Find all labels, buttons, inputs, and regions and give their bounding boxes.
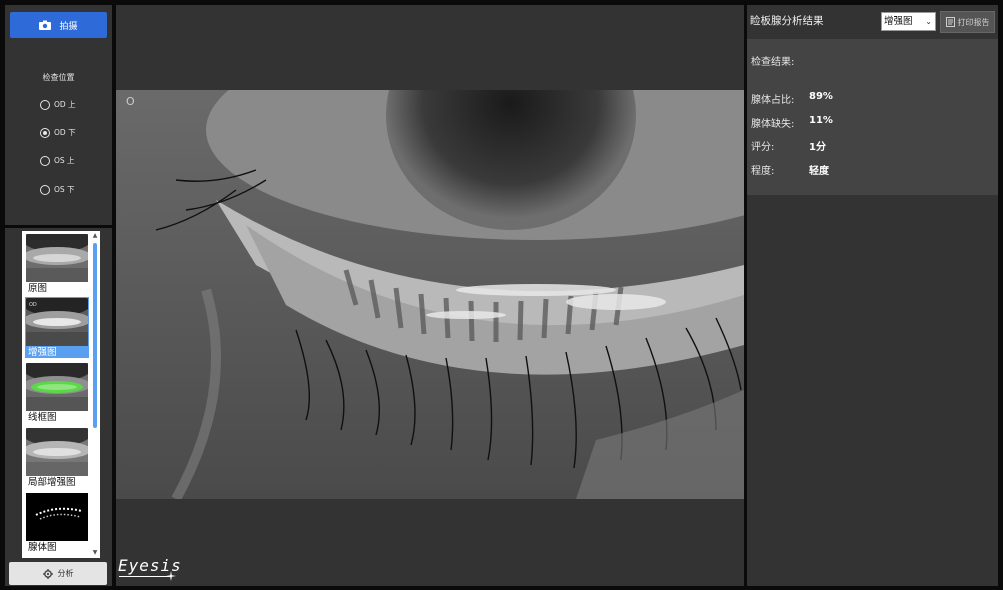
brand-underline bbox=[119, 576, 171, 577]
radio-os-lower[interactable]: OS 下 bbox=[40, 184, 75, 195]
app-window: 拍摄 检查位置 OD 上 OD 下 OS 上 OS 下 原图 OD 增强图 线框… bbox=[0, 0, 1003, 590]
radio-label: OS 上 bbox=[54, 156, 75, 165]
chevron-down-icon: ⌄ bbox=[925, 17, 932, 26]
thumb-image bbox=[26, 363, 88, 411]
view-select-value: 增强图 bbox=[884, 16, 913, 27]
gland-loss-label: 腺体缺失: bbox=[751, 119, 795, 130]
print-report-button[interactable]: 打印报告 bbox=[940, 11, 995, 33]
radio-indicator bbox=[40, 99, 50, 110]
results-title: 睑板腺分析结果 bbox=[750, 15, 824, 27]
thumb-image bbox=[26, 493, 88, 541]
severity-label: 程度: bbox=[751, 166, 775, 177]
thumb-label: 原图 bbox=[28, 283, 48, 294]
gland-loss-value: 11% bbox=[809, 115, 833, 126]
image-viewer: O Eyesis bbox=[116, 5, 744, 586]
thumb-image bbox=[26, 234, 88, 282]
analyze-button[interactable]: 分析 bbox=[9, 562, 107, 585]
result-title: 检查结果: bbox=[751, 57, 795, 68]
eyelid-photo: O bbox=[116, 90, 744, 499]
score-value: 1分 bbox=[809, 142, 826, 153]
thumb-image: OD bbox=[26, 298, 88, 346]
photo-marker: O bbox=[126, 95, 135, 108]
results-body: 检查结果: 腺体占比: 89% 腺体缺失: 11% 评分: 1分 程度: 轻度 bbox=[747, 39, 998, 195]
radio-label: OD 上 bbox=[54, 100, 76, 109]
control-panel: 拍摄 检查位置 OD 上 OD 下 OS 上 OS 下 bbox=[5, 5, 112, 225]
svg-text:OD: OD bbox=[29, 302, 37, 308]
scroll-up-icon[interactable]: ▲ bbox=[92, 233, 98, 239]
scrollbar-thumb[interactable] bbox=[93, 243, 97, 428]
print-label: 打印报告 bbox=[957, 17, 990, 27]
thumb-label: 线框图 bbox=[28, 412, 57, 423]
radio-label: OD 下 bbox=[54, 128, 76, 137]
document-icon bbox=[945, 17, 955, 27]
view-select[interactable]: 增强图 ⌄ bbox=[881, 12, 936, 31]
thumb-gland[interactable]: 腺体图 bbox=[25, 492, 89, 553]
gland-ratio-label: 腺体占比: bbox=[751, 95, 795, 106]
thumb-original[interactable]: 原图 bbox=[25, 233, 89, 294]
analyze-label: 分析 bbox=[57, 569, 74, 578]
radio-indicator bbox=[40, 127, 50, 138]
thumb-local-enhanced[interactable]: 局部增强图 bbox=[25, 427, 89, 488]
sparkle-icon bbox=[166, 571, 176, 581]
radio-indicator bbox=[40, 155, 50, 166]
thumbnail-scrollbar[interactable]: ▲ ▼ bbox=[92, 233, 98, 556]
results-panel: 睑板腺分析结果 增强图 ⌄ 打印报告 检查结果: 腺体占比: 89% 腺体缺失:… bbox=[747, 5, 998, 586]
results-header: 睑板腺分析结果 增强图 ⌄ 打印报告 bbox=[747, 5, 998, 39]
thumb-enhanced[interactable]: OD 增强图 bbox=[25, 297, 89, 358]
radio-indicator bbox=[40, 184, 50, 195]
gear-icon bbox=[42, 568, 53, 579]
radio-os-upper[interactable]: OS 上 bbox=[40, 155, 75, 166]
gland-ratio-value: 89% bbox=[809, 91, 833, 102]
capture-button[interactable]: 拍摄 bbox=[10, 12, 107, 38]
radio-label: OS 下 bbox=[54, 185, 75, 194]
thumb-label: 增强图 bbox=[28, 347, 57, 358]
camera-icon bbox=[39, 20, 52, 30]
thumb-label: 局部增强图 bbox=[28, 477, 76, 488]
radio-od-lower[interactable]: OD 下 bbox=[40, 127, 76, 138]
position-title: 检查位置 bbox=[42, 73, 75, 82]
capture-label: 拍摄 bbox=[59, 21, 78, 32]
thumbnail-panel: 原图 OD 增强图 线框图 局部增强图 腺体图 ▲ ▼ 分析 bbox=[5, 228, 112, 586]
scroll-down-icon[interactable]: ▼ bbox=[92, 550, 98, 556]
thumbnail-list: 原图 OD 增强图 线框图 局部增强图 腺体图 ▲ ▼ bbox=[22, 231, 100, 558]
score-label: 评分: bbox=[751, 142, 775, 153]
radio-od-upper[interactable]: OD 上 bbox=[40, 99, 76, 110]
thumb-wireframe[interactable]: 线框图 bbox=[25, 362, 89, 423]
thumb-image bbox=[26, 428, 88, 476]
severity-value: 轻度 bbox=[809, 166, 829, 177]
eyelid-image bbox=[116, 90, 744, 499]
thumb-label: 腺体图 bbox=[28, 542, 57, 553]
